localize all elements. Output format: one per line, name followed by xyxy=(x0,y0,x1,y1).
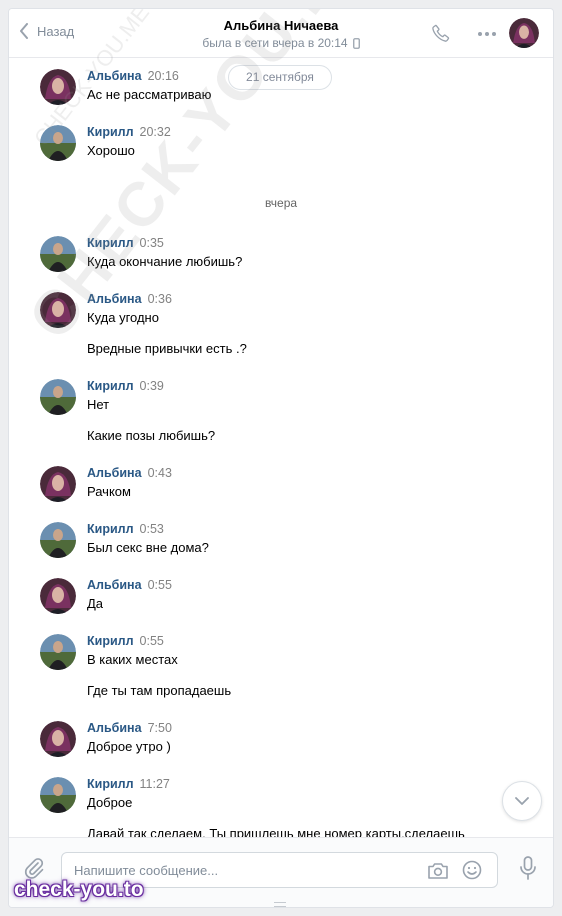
attach-button[interactable] xyxy=(23,856,45,883)
message-meta: Кирилл 11:27 xyxy=(87,777,170,791)
avatar[interactable] xyxy=(40,634,76,670)
message-text: Ас не рассматриваю xyxy=(87,87,212,102)
message-meta: Кирилл 0:35 xyxy=(87,236,164,250)
paperclip-icon xyxy=(24,858,44,879)
author-name[interactable]: Альбина xyxy=(87,69,142,83)
message-text: Доброе утро ) xyxy=(87,739,171,754)
avatar[interactable] xyxy=(40,236,76,272)
message-text: Да xyxy=(87,596,104,611)
peer-info[interactable]: Альбина Ничаева была в сети вчера в 20:1… xyxy=(9,18,553,50)
message-meta: Кирилл 0:53 xyxy=(87,522,164,536)
scroll-down-button[interactable] xyxy=(502,781,542,821)
avatar[interactable] xyxy=(40,69,76,105)
message-text: Какие позы любишь? xyxy=(87,428,216,443)
avatar[interactable] xyxy=(40,578,76,614)
message-time[interactable]: 11:27 xyxy=(140,777,170,791)
more-button[interactable] xyxy=(477,24,497,47)
peer-name[interactable]: Альбина Ничаева xyxy=(9,18,553,33)
camera-icon xyxy=(428,863,448,879)
author-name[interactable]: Альбина xyxy=(87,578,142,592)
message-text: Вредные привычки есть .? xyxy=(87,341,247,356)
author-name[interactable]: Кирилл xyxy=(87,236,134,250)
avatar[interactable] xyxy=(40,125,76,161)
message-text: Рачком xyxy=(87,484,131,499)
message-input[interactable] xyxy=(74,853,414,887)
message-meta: Альбина 0:55 xyxy=(87,578,172,592)
avatar[interactable] xyxy=(40,292,76,328)
message-text: В каких местах xyxy=(87,652,178,667)
message-meta: Альбина 20:16 xyxy=(87,69,179,83)
resize-handle[interactable] xyxy=(274,902,286,907)
more-dots-icon xyxy=(478,32,496,36)
chat-header: Назад Альбина Ничаева была в сети вчера … xyxy=(9,9,553,58)
author-name[interactable]: Кирилл xyxy=(87,125,134,139)
message-meta: Альбина 7:50 xyxy=(87,721,172,735)
avatar[interactable] xyxy=(40,522,76,558)
message-time[interactable]: 0:55 xyxy=(140,634,164,648)
emoji-button[interactable] xyxy=(462,860,482,883)
date-separator: вчера xyxy=(264,196,298,210)
message-input-box xyxy=(61,852,498,888)
author-name[interactable]: Кирилл xyxy=(87,379,134,393)
message-text: Доброе xyxy=(87,795,133,810)
author-name[interactable]: Кирилл xyxy=(87,522,134,536)
message-text: Был секс вне дома? xyxy=(87,540,209,555)
author-name[interactable]: Кирилл xyxy=(87,634,134,648)
microphone-icon xyxy=(520,856,536,880)
chevron-down-icon xyxy=(515,796,529,805)
message-time[interactable]: 0:39 xyxy=(140,379,164,393)
avatar[interactable] xyxy=(40,777,76,813)
phone-call-button[interactable] xyxy=(431,23,451,46)
chat-window: Назад Альбина Ничаева была в сети вчера … xyxy=(8,8,554,908)
message-time[interactable]: 7:50 xyxy=(148,721,172,735)
message-time[interactable]: 20:16 xyxy=(148,69,179,83)
peer-status-text: была в сети вчера в 20:14 xyxy=(202,36,348,50)
camera-button[interactable] xyxy=(427,861,449,883)
message-meta: Кирилл 20:32 xyxy=(87,125,171,139)
message-meta: Кирилл 0:39 xyxy=(87,379,164,393)
author-name[interactable]: Альбина xyxy=(87,292,142,306)
message-meta: Альбина 0:36 xyxy=(87,292,172,306)
message-meta: Альбина 0:43 xyxy=(87,466,172,480)
peer-status: была в сети вчера в 20:14 xyxy=(202,36,360,50)
mobile-icon xyxy=(352,37,360,49)
message-time[interactable]: 0:43 xyxy=(148,466,172,480)
message-text: Хорошо xyxy=(87,143,135,158)
voice-message-button[interactable] xyxy=(520,856,536,883)
avatar[interactable] xyxy=(40,466,76,502)
message-text: Где ты там пропадаешь xyxy=(87,683,232,698)
author-name[interactable]: Кирилл xyxy=(87,777,134,791)
message-text: Куда окончание любишь? xyxy=(87,254,243,269)
message-text: Давай так сделаем. Ты пришлешь мне номер… xyxy=(87,826,465,837)
message-time[interactable]: 20:32 xyxy=(140,125,171,139)
message-text: Нет xyxy=(87,397,110,412)
smile-icon xyxy=(462,860,482,880)
message-text: Куда угодно xyxy=(87,310,159,325)
message-time[interactable]: 0:53 xyxy=(140,522,164,536)
message-history[interactable]: 21 сентября Альбина 20:16 Ас не рассматри… xyxy=(9,59,553,837)
peer-avatar[interactable] xyxy=(509,18,539,48)
message-time[interactable]: 0:55 xyxy=(148,578,172,592)
author-name[interactable]: Альбина xyxy=(87,466,142,480)
phone-icon xyxy=(432,24,450,42)
avatar[interactable] xyxy=(40,721,76,757)
message-time[interactable]: 0:36 xyxy=(148,292,172,306)
message-meta: Кирилл 0:55 xyxy=(87,634,164,648)
date-pill: 21 сентября xyxy=(228,65,332,90)
author-name[interactable]: Альбина xyxy=(87,721,142,735)
avatar[interactable] xyxy=(40,379,76,415)
message-composer xyxy=(9,837,553,907)
message-time[interactable]: 0:35 xyxy=(140,236,164,250)
